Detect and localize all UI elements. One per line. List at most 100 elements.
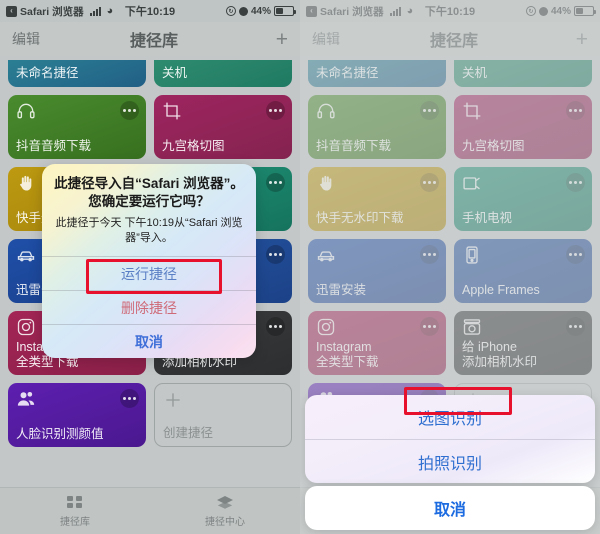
shortcut-tile-label: 九宫格切图 — [462, 138, 525, 153]
instagram-icon — [16, 317, 36, 337]
phone-screen-left: ‹ Safari 浏览器 ◕ 下午10:19 ↻ 44% 编辑 捷径库 + 未命… — [0, 0, 300, 534]
rotation-lock-icon: ↻ — [225, 6, 236, 16]
tile-more-button[interactable] — [420, 101, 439, 120]
people-icon — [16, 389, 36, 409]
tile-more-button[interactable] — [266, 101, 285, 120]
tv-icon — [462, 173, 482, 193]
shortcut-tile[interactable]: 迅雷安装 — [308, 239, 446, 303]
shortcut-tile[interactable]: 关机 — [454, 60, 592, 87]
screenshot-pair: ‹ Safari 浏览器 ◕ 下午10:19 ↻ 44% 编辑 捷径库 + 未命… — [0, 0, 600, 534]
shortcut-tile[interactable]: Instagram 全类型下载 — [308, 311, 446, 375]
car-icon — [316, 245, 336, 265]
shortcut-tile[interactable]: 未命名捷径 — [308, 60, 446, 87]
tile-more-button[interactable] — [266, 317, 285, 336]
shortcut-tile[interactable]: 给 iPhone 添加相机水印 — [454, 311, 592, 375]
status-bar-left: ‹ Safari 浏览器 ◕ — [6, 4, 113, 19]
shortcut-tile[interactable]: 人脸识别测颜值 — [8, 383, 146, 447]
recognition-action-sheet: 选图识别 拍照识别 — [305, 395, 595, 483]
photo-recognize-button[interactable]: 拍照识别 — [305, 439, 595, 483]
edit-button[interactable]: 编辑 — [12, 29, 40, 49]
wifi-icon: ◕ — [406, 4, 414, 17]
crop-icon — [462, 101, 482, 121]
tile-more-button[interactable] — [266, 173, 285, 192]
status-bar-app-name[interactable]: Safari 浏览器 — [20, 4, 84, 19]
device-icon — [462, 245, 482, 265]
shortcut-tile[interactable]: 关机 — [154, 60, 292, 87]
battery-icon — [574, 6, 596, 16]
shortcut-tile-label: 抖音音频下载 — [16, 138, 92, 153]
shortcut-tile[interactable]: 未命名捷径 — [8, 60, 146, 87]
tab-shortcut-library[interactable]: 捷径库 — [0, 488, 150, 534]
shortcut-tile-label: 迅雷安装 — [316, 282, 367, 297]
nav-bar: 编辑 捷径库 + — [0, 22, 300, 56]
headphones-icon — [316, 101, 336, 121]
add-shortcut-button[interactable]: + — [568, 29, 588, 50]
shortcut-tile-label: 人脸识别测颜值 — [16, 426, 104, 441]
back-arrow-icon[interactable]: ‹ — [6, 5, 17, 17]
shortcut-tile-label: Instagram 全类型下载 — [316, 340, 379, 369]
tile-more-button[interactable] — [566, 101, 585, 120]
shortcut-tile[interactable]: 九宫格切图 — [154, 95, 292, 159]
tile-more-button[interactable] — [420, 173, 439, 192]
add-shortcut-button[interactable]: + — [268, 29, 288, 50]
select-image-recognize-button[interactable]: 选图识别 — [305, 395, 595, 439]
tile-more-button[interactable] — [420, 245, 439, 264]
signal-bars-icon — [89, 6, 101, 16]
shortcut-tile-label: Apple Frames — [462, 282, 540, 297]
shortcut-tile-label: 手机电视 — [462, 210, 513, 225]
alert-message: 此捷径于今天 下午10:19从“Safari 浏览器”导入。 — [55, 217, 243, 245]
shortcuts-grid: 未命名捷径 关机抖音音频下载 九宫格切图快手无水印下载 手机电视迅雷安装 Apple F… — [300, 56, 600, 447]
tile-more-button[interactable] — [120, 101, 139, 120]
delete-shortcut-button[interactable]: 删除捷径 — [42, 290, 256, 324]
shortcut-tile[interactable]: 快手无水印下载 — [308, 167, 446, 231]
create-shortcut-tile[interactable]: 创建捷径 — [154, 383, 292, 447]
shortcut-tile[interactable]: 九宫格切图 — [454, 95, 592, 159]
tile-more-button[interactable] — [566, 317, 585, 336]
battery-percent-label: 44% — [550, 5, 571, 17]
grid-icon — [66, 494, 84, 510]
nav-bar: 编辑 捷径库 + — [300, 22, 600, 56]
tile-more-button[interactable] — [420, 317, 439, 336]
status-bar-left: ‹ Safari 浏览器 ◕ — [306, 4, 413, 19]
page-title: 捷径库 — [129, 33, 178, 50]
status-bar: ‹ Safari 浏览器 ◕ 下午10:19 ↻ 44% — [300, 0, 600, 22]
status-bar-app-name[interactable]: Safari 浏览器 — [320, 4, 384, 19]
car-icon — [16, 245, 36, 265]
tile-more-button[interactable] — [566, 245, 585, 264]
shortcut-tile[interactable]: 抖音音频下载 — [308, 95, 446, 159]
tab-shortcut-center[interactable]: 捷径中心 — [150, 488, 300, 534]
action-sheet-cancel-button[interactable]: 取消 — [305, 486, 595, 530]
shortcut-tile[interactable]: 手机电视 — [454, 167, 592, 231]
alert-cancel-button[interactable]: 取消 — [42, 324, 256, 358]
back-arrow-icon[interactable]: ‹ — [306, 5, 317, 17]
alert-title: 此捷径导入自“Safari 浏览器”。您确定要运行它吗？ — [54, 176, 244, 210]
rotation-lock-icon: ↻ — [525, 6, 536, 16]
signal-bars-icon — [389, 6, 401, 16]
tile-more-button[interactable] — [566, 173, 585, 192]
run-shortcut-button[interactable]: 运行捷径 — [42, 256, 256, 290]
phone-screen-right: ‹ Safari 浏览器 ◕ 下午10:19 ↻ 44% 编辑 捷径库 + 未命… — [300, 0, 600, 534]
import-shortcut-alert: 此捷径导入自“Safari 浏览器”。您确定要运行它吗？ 此捷径于今天 下午10… — [42, 164, 256, 359]
edit-button[interactable]: 编辑 — [312, 29, 340, 49]
tile-more-button[interactable] — [266, 245, 285, 264]
shortcut-tile[interactable]: Apple Frames — [454, 239, 592, 303]
camera-watermark-icon — [462, 317, 482, 337]
battery-icon — [274, 6, 296, 16]
status-bar: ‹ Safari 浏览器 ◕ 下午10:19 ↻ 44% — [0, 0, 300, 22]
shortcut-tile-label: 给 iPhone 添加相机水印 — [462, 340, 538, 369]
tab-label: 捷径库 — [60, 517, 90, 528]
headphones-icon — [16, 101, 36, 121]
layers-icon — [216, 494, 234, 510]
shortcut-tile-label: 九宫格切图 — [162, 138, 225, 153]
hand-icon — [16, 173, 36, 193]
status-bar-right: ↻ 44% — [525, 5, 596, 17]
shortcut-tile-label: 未命名捷径 — [316, 65, 379, 80]
alert-body: 此捷径导入自“Safari 浏览器”。您确定要运行它吗？ 此捷径于今天 下午10… — [42, 164, 256, 256]
shortcut-tile-label: 未命名捷径 — [16, 65, 79, 80]
tile-more-button[interactable] — [120, 389, 139, 408]
instagram-icon — [316, 317, 336, 337]
shortcut-tile-label: 关机 — [462, 65, 488, 80]
crop-icon — [162, 101, 182, 121]
shortcut-tile[interactable]: 抖音音频下载 — [8, 95, 146, 159]
shortcut-tile-label: 快手无水印下载 — [316, 210, 404, 225]
